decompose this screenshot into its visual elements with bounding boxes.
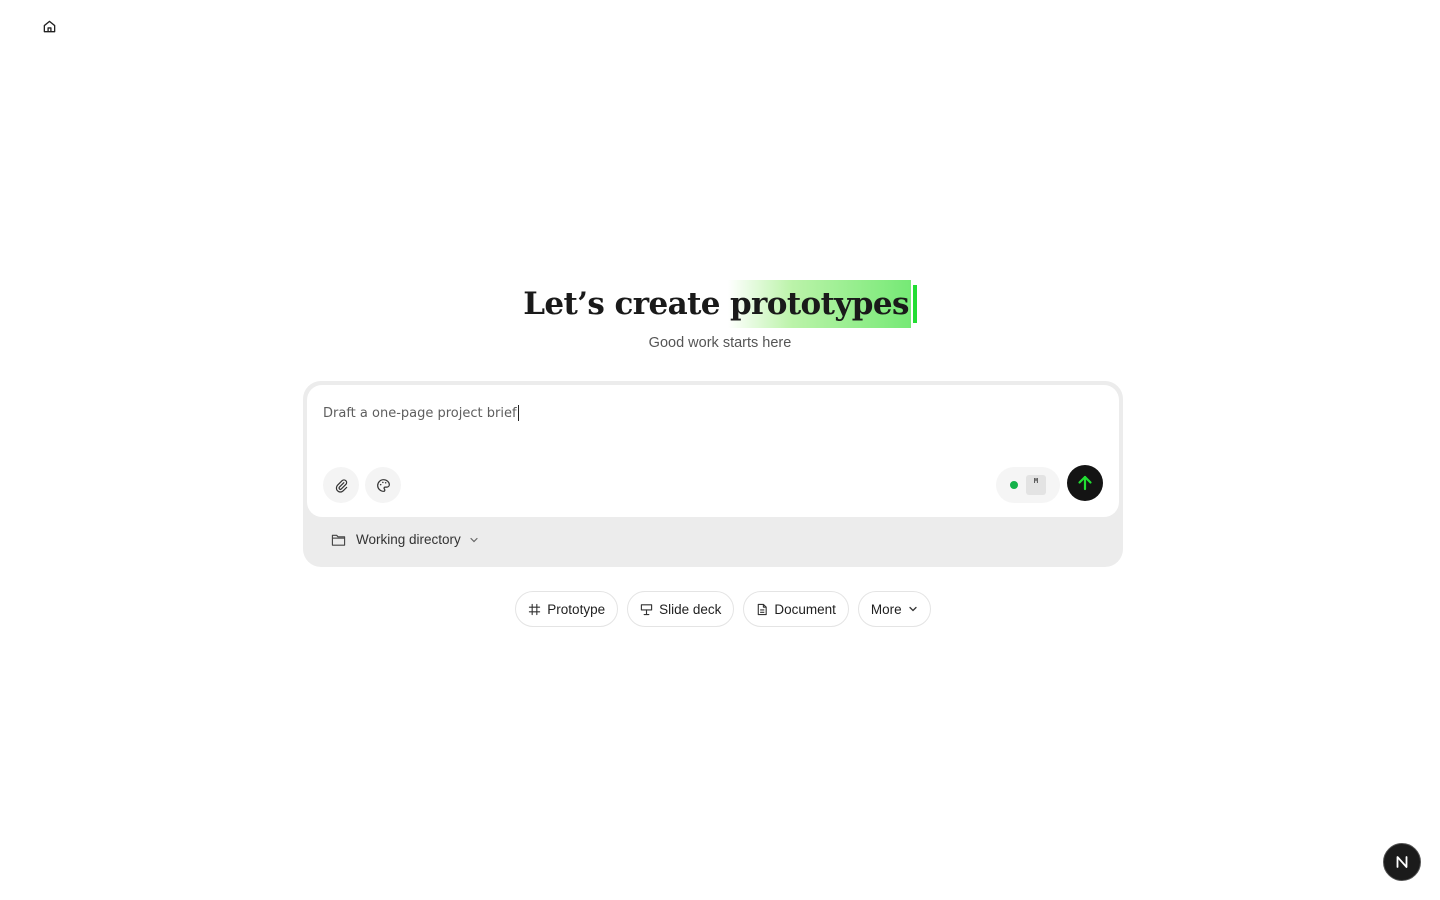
home-icon xyxy=(43,20,55,32)
arrow-up-icon xyxy=(1078,475,1092,491)
chevron-down-icon xyxy=(909,606,917,612)
composer: Draft a one-page project brief M Working… xyxy=(303,381,1123,567)
chip-label: More xyxy=(870,601,902,617)
working-directory-selector[interactable]: Working directory xyxy=(331,532,479,547)
n-logo-icon xyxy=(1396,856,1408,868)
hero: Let’s create prototypes Good work starts… xyxy=(0,280,1440,351)
home-button[interactable] xyxy=(36,13,62,39)
chip-label: Slide deck xyxy=(659,601,722,617)
headline-prefix: Let’s create xyxy=(523,286,720,322)
prompt-input[interactable]: Draft a one-page project brief xyxy=(323,405,1023,421)
model-selector[interactable]: M xyxy=(996,467,1060,503)
page-subtitle: Good work starts here xyxy=(648,335,792,351)
corner-logo-button[interactable] xyxy=(1383,843,1421,881)
hash-icon xyxy=(529,603,541,615)
headline-caret xyxy=(912,285,917,323)
chip-more[interactable]: More xyxy=(857,591,931,627)
folder-icon xyxy=(331,534,346,546)
chevron-down-icon xyxy=(470,537,478,542)
chip-prototype[interactable]: Prototype xyxy=(515,591,619,627)
composer-box: Draft a one-page project brief M xyxy=(307,385,1119,517)
document-icon xyxy=(758,603,768,615)
status-dot xyxy=(1010,481,1018,489)
page-title: Let’s create prototypes xyxy=(523,280,917,328)
chip-label: Prototype xyxy=(547,601,606,617)
model-badge: M xyxy=(1026,475,1046,495)
palette-icon xyxy=(376,478,390,492)
prompt-text: Draft a one-page project brief xyxy=(323,405,517,421)
style-button[interactable] xyxy=(365,467,401,503)
working-directory-label: Working directory xyxy=(356,532,461,547)
chip-document[interactable]: Document xyxy=(743,591,849,627)
headline-highlight: prototypes xyxy=(727,280,911,328)
send-button[interactable] xyxy=(1067,465,1103,501)
text-cursor xyxy=(517,405,519,421)
quick-start-chips: Prototype Slide deck Document More xyxy=(0,591,1440,627)
attach-button[interactable] xyxy=(323,467,359,503)
paperclip-icon xyxy=(335,478,347,493)
presentation-icon xyxy=(640,603,653,615)
chip-label: Document xyxy=(774,601,836,617)
chip-slide-deck[interactable]: Slide deck xyxy=(627,591,735,627)
